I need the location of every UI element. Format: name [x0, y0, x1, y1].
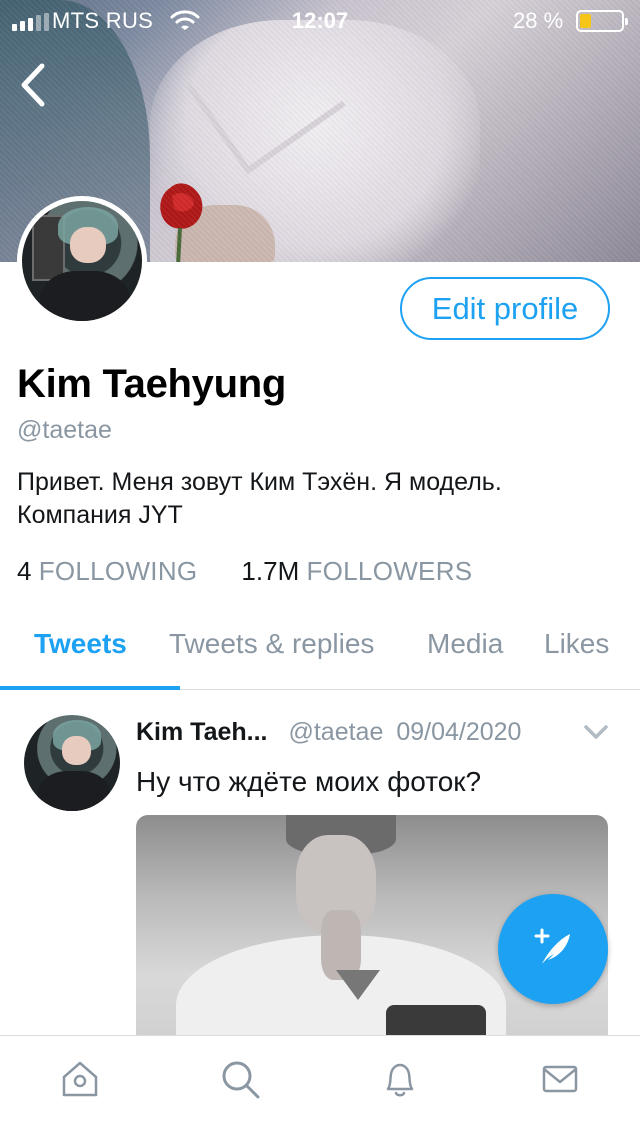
- tweet-author-name[interactable]: Kim Taeh...: [136, 718, 268, 746]
- back-button[interactable]: [14, 60, 54, 110]
- nav-home[interactable]: [55, 1054, 105, 1104]
- status-bar: MTS RUS 12:07 28 %: [0, 0, 640, 40]
- following-stat[interactable]: 4 FOLLOWING: [17, 556, 197, 587]
- tweet-text: Ну что ждёте моих фоток?: [136, 766, 482, 797]
- search-icon: [222, 1061, 260, 1099]
- compose-tweet-button[interactable]: [498, 894, 608, 1004]
- bio-line: Привет. Меня зовут Ким Тэхён. Я модель.: [17, 468, 502, 496]
- compose-feather-icon: [534, 928, 570, 964]
- followers-label: FOLLOWERS: [306, 556, 473, 586]
- following-label: FOLLOWING: [38, 556, 198, 586]
- profile-stats: 4 FOLLOWING 1.7M FOLLOWERS: [17, 556, 472, 587]
- profile-bio: Привет. Меня зовут Ким Тэхён. Я модель. …: [17, 466, 617, 532]
- battery-percentage: 28 %: [513, 8, 564, 33]
- tab-likes[interactable]: Likes: [544, 628, 609, 660]
- nav-messages[interactable]: [535, 1054, 585, 1104]
- tab-tweets-and-replies[interactable]: Tweets & replies: [169, 628, 374, 660]
- nav-notifications[interactable]: [375, 1054, 425, 1104]
- tweet-author-handle: @taetae: [288, 718, 384, 746]
- followers-count: 1.7M: [241, 556, 300, 586]
- tweet-date: 09/04/2020: [396, 718, 522, 746]
- active-tab-indicator: [0, 686, 180, 690]
- followers-stat[interactable]: 1.7M FOLLOWERS: [241, 556, 472, 587]
- tab-media[interactable]: Media: [427, 628, 503, 660]
- edit-profile-button[interactable]: Edit profile: [400, 277, 610, 340]
- tab-tweets[interactable]: Tweets: [34, 628, 127, 660]
- chevron-left-icon: [21, 63, 45, 107]
- bell-icon: [386, 1063, 414, 1097]
- bio-line: Компания JYT: [17, 501, 183, 529]
- nav-search[interactable]: [215, 1054, 265, 1104]
- following-count: 4: [17, 556, 32, 586]
- chevron-down-icon[interactable]: [582, 722, 610, 742]
- profile-tabs: Tweets Tweets & replies Media Likes: [0, 620, 640, 690]
- home-icon: [62, 1061, 98, 1097]
- display-name: Kim Taehyung: [17, 362, 287, 406]
- mail-icon: [542, 1065, 578, 1093]
- user-handle: @taetae: [17, 416, 112, 444]
- profile-avatar[interactable]: [17, 196, 147, 326]
- tweet-author-avatar[interactable]: [24, 715, 120, 811]
- battery-icon: [576, 10, 628, 32]
- battery-level-fill: [580, 14, 591, 28]
- avatar-image: [22, 201, 142, 321]
- bottom-tab-bar: [0, 1035, 640, 1136]
- tweet-header: Kim Taeh... @taetae 09/04/2020: [136, 718, 616, 747]
